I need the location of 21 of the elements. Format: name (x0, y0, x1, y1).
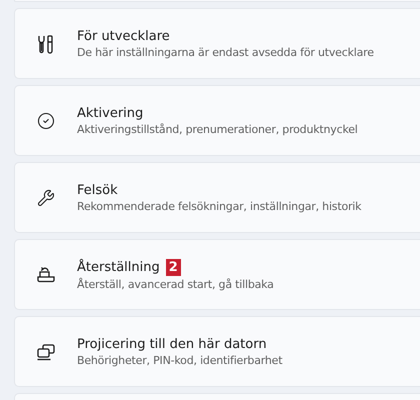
item-description: Aktiveringstillstånd, prenumerationer, produktnyckel (77, 122, 358, 136)
item-title: Aktivering (77, 106, 144, 120)
item-description: Behörigheter, PIN-kod, identifierbarhet (77, 354, 282, 366)
wrench-icon (37, 188, 55, 206)
settings-item[interactable]: Felsök Rekommenderade felsökningar, inställningar, historik (14, 162, 420, 233)
item-title: Felsök (77, 182, 118, 198)
settings-item[interactable]: För utvecklare De här inställningarna är endast avsedda för utvecklare (14, 8, 420, 79)
check-circle-icon (37, 112, 55, 130)
settings-item[interactable]: Aktivering Aktiveringstillstånd, prenumerationer, produktnyckel (14, 85, 420, 156)
item-description: Rekommenderade felsökningar, inställningar, historik (77, 200, 362, 212)
item-title: Projicering till den här datorn (77, 336, 267, 352)
tools-icon (37, 34, 55, 54)
number-badge: 2 (166, 258, 181, 276)
item-description: De här inställningarna är endast avsedda för utvecklare (77, 46, 374, 58)
laptop-arrow-icon (36, 266, 56, 284)
settings-item[interactable]: Projicering till den här datorn Behörigheter, PIN-kod, identifierbarhet (14, 316, 420, 387)
settings-item[interactable]: Återställning 2 Återställ, avancerad start, gå tillbaka (14, 239, 420, 310)
item-description: Återställ, avancerad start, gå tillbaka (77, 278, 274, 290)
item-title: För utvecklare (77, 28, 170, 44)
item-title: Återställning (77, 260, 160, 274)
screens-icon (36, 342, 56, 360)
